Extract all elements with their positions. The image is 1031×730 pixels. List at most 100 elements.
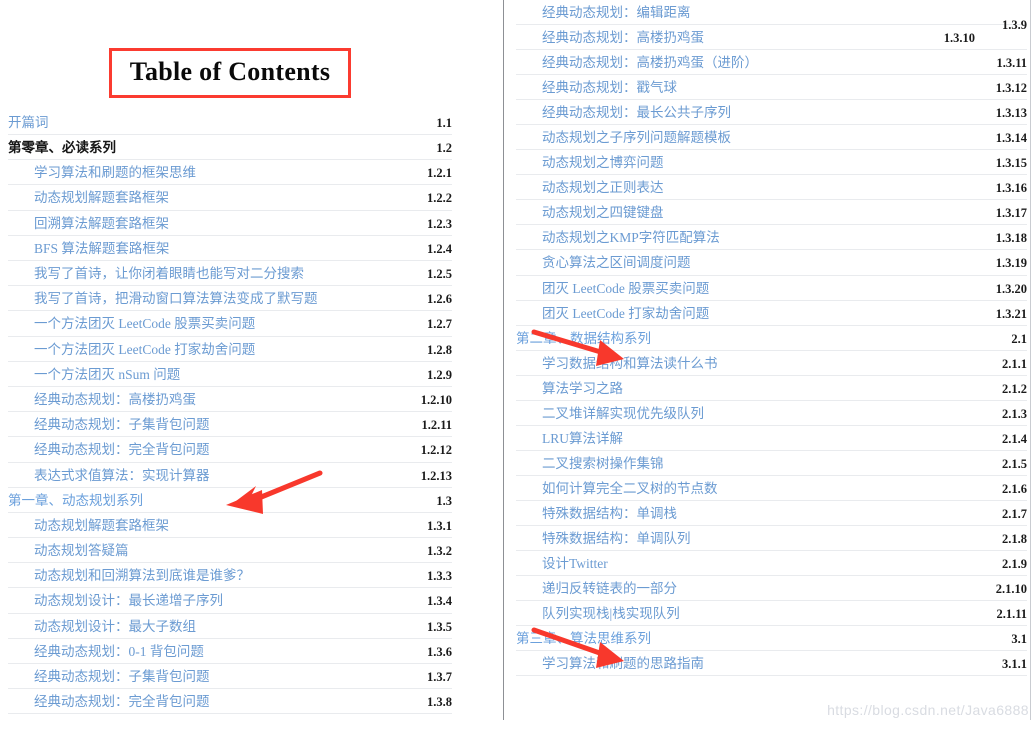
toc-entry-label[interactable]: 贪心算法之区间调度问题	[516, 250, 691, 275]
toc-row[interactable]: 动态规划和回溯算法到底谁是谁爹？ 1.3.3	[8, 563, 452, 589]
toc-row[interactable]: 队列实现栈|栈实现队列 2.1.11	[516, 601, 1027, 627]
toc-row[interactable]: 动态规划设计：最长递增子序列 1.3.4	[8, 588, 452, 614]
toc-entry-label[interactable]: 动态规划之子序列问题解题模板	[516, 125, 731, 150]
toc-entry-label[interactable]: 动态规划设计：最长递增子序列	[8, 588, 223, 613]
toc-entry-label[interactable]: 第二章、数据结构系列	[516, 326, 651, 351]
toc-entry-label[interactable]: 二叉搜索树操作集锦	[516, 451, 664, 476]
toc-row[interactable]: 动态规划解题套路框架 1.3.1	[8, 513, 452, 539]
toc-row[interactable]: 经典动态规划：完全背包问题 1.2.12	[8, 437, 452, 463]
toc-row[interactable]: 团灭 LeetCode 股票买卖问题 1.3.20	[516, 276, 1027, 301]
toc-row[interactable]: 第零章、必读系列 1.2	[8, 135, 452, 161]
toc-entry-label[interactable]: 动态规划解题套路框架	[8, 513, 169, 538]
toc-row[interactable]: 经典动态规划：最长公共子序列 1.3.13	[516, 100, 1027, 126]
toc-entry-label[interactable]: 团灭 LeetCode 股票买卖问题	[516, 276, 709, 301]
toc-row[interactable]: 学习算法和刷题的思路指南 3.1.1	[516, 651, 1027, 677]
toc-entry-label[interactable]: 递归反转链表的一部分	[516, 576, 677, 601]
toc-row[interactable]: 动态规划之四键键盘 1.3.17	[516, 200, 1027, 226]
toc-row[interactable]: 动态规划之正则表达 1.3.16	[516, 175, 1027, 201]
toc-entry-label[interactable]: 二叉堆详解实现优先级队列	[516, 401, 704, 426]
toc-entry-label[interactable]: 我写了首诗，把滑动窗口算法算法变成了默写题	[8, 286, 318, 311]
toc-entry-label[interactable]: 回溯算法解题套路框架	[8, 211, 169, 236]
toc-entry-label[interactable]: 算法学习之路	[516, 376, 623, 401]
toc-entry-label[interactable]: 第三章、算法思维系列	[516, 626, 651, 651]
toc-row[interactable]: 一个方法团灭 LeetCode 股票买卖问题 1.2.7	[8, 311, 452, 337]
toc-row[interactable]: 贪心算法之区间调度问题 1.3.19	[516, 250, 1027, 276]
toc-entry-label[interactable]: 设计Twitter	[516, 551, 608, 576]
toc-entry-label[interactable]: 经典动态规划：高楼扔鸡蛋（进阶）	[516, 50, 758, 75]
toc-row[interactable]: 一个方法团灭 LeetCode 打家劫舍问题 1.2.8	[8, 337, 452, 362]
toc-entry-label[interactable]: 动态规划和回溯算法到底谁是谁爹？	[8, 563, 250, 588]
toc-row[interactable]: 动态规划答疑篇 1.3.2	[8, 538, 452, 564]
toc-row[interactable]: 第一章、动态规划系列 1.3	[8, 488, 452, 513]
toc-entry-label[interactable]: 经典动态规划：子集背包问题	[8, 412, 210, 437]
toc-entry-label[interactable]: 特殊数据结构：单调栈	[516, 501, 677, 526]
toc-entry-label[interactable]: 学习算法和刷题的思路指南	[516, 651, 704, 676]
toc-entry-label[interactable]: 队列实现栈|栈实现队列	[516, 601, 680, 626]
toc-row[interactable]: 动态规划之博弈问题 1.3.15	[516, 150, 1027, 176]
toc-entry-label[interactable]: 经典动态规划：最长公共子序列	[516, 100, 731, 125]
toc-row[interactable]: 动态规划之子序列问题解题模板 1.3.14	[516, 125, 1027, 151]
toc-entry-label[interactable]: 经典动态规划：完全背包问题	[8, 689, 210, 714]
toc-row[interactable]: 表达式求值算法：实现计算器 1.2.13	[8, 463, 452, 488]
toc-entry-label[interactable]: 学习数据结构和算法读什么书	[516, 351, 718, 376]
toc-row[interactable]: 经典动态规划：完全背包问题 1.3.8	[8, 689, 452, 715]
toc-entry-label[interactable]: 经典动态规划：编辑距离	[516, 0, 691, 25]
toc-row[interactable]: LRU算法详解 2.1.4	[516, 426, 1027, 451]
toc-entry-label[interactable]: 第一章、动态规划系列	[8, 488, 143, 513]
toc-entry-label[interactable]: 一个方法团灭 nSum 问题	[8, 362, 180, 387]
toc-row[interactable]: 回溯算法解题套路框架 1.2.3	[8, 211, 452, 236]
toc-entry-label[interactable]: 动态规划之正则表达	[516, 175, 664, 200]
toc-entry-label[interactable]: 经典动态规划：完全背包问题	[8, 437, 210, 462]
toc-entry-label[interactable]: 一个方法团灭 LeetCode 股票买卖问题	[8, 311, 255, 336]
toc-entry-label[interactable]: 团灭 LeetCode 打家劫舍问题	[516, 301, 709, 326]
toc-entry-label[interactable]: 一个方法团灭 LeetCode 打家劫舍问题	[8, 337, 255, 362]
toc-entry-label[interactable]: 经典动态规划：高楼扔鸡蛋	[516, 25, 704, 50]
toc-row[interactable]: 经典动态规划：子集背包问题 1.3.7	[8, 664, 452, 690]
toc-row[interactable]: 第三章、算法思维系列 3.1	[516, 626, 1027, 652]
toc-entry-label[interactable]: 动态规划设计：最大子数组	[8, 614, 196, 639]
toc-row[interactable]: 我写了首诗，让你闭着眼睛也能写对二分搜索 1.2.5	[8, 261, 452, 287]
toc-row[interactable]: 经典动态规划：子集背包问题 1.2.11	[8, 412, 452, 438]
toc-entry-label[interactable]: 特殊数据结构：单调队列	[516, 526, 691, 551]
toc-entry-label[interactable]: 经典动态规划：子集背包问题	[8, 664, 210, 689]
toc-entry-label[interactable]: 动态规划解题套路框架	[8, 185, 169, 210]
toc-entry-label[interactable]: 学习算法和刷题的框架思维	[8, 160, 196, 185]
toc-entry-label[interactable]: 动态规划答疑篇	[8, 538, 129, 563]
toc-entry-label[interactable]: LRU算法详解	[516, 426, 623, 451]
toc-row[interactable]: 开篇词 1.1	[8, 110, 452, 136]
toc-row[interactable]: 经典动态规划：戳气球 1.3.12	[516, 75, 1027, 101]
toc-entry-label[interactable]: 动态规划之博弈问题	[516, 150, 664, 175]
toc-row[interactable]: 经典动态规划：高楼扔鸡蛋 1.3.10	[516, 25, 1027, 51]
toc-row[interactable]: 动态规划之KMP字符匹配算法 1.3.18	[516, 225, 1027, 251]
toc-entry-label[interactable]: 经典动态规划：0-1 背包问题	[8, 639, 204, 664]
toc-row[interactable]: 二叉搜索树操作集锦 2.1.5	[516, 451, 1027, 476]
toc-entry-label[interactable]: 经典动态规划：戳气球	[516, 75, 677, 100]
toc-row[interactable]: 二叉堆详解实现优先级队列 2.1.3	[516, 401, 1027, 426]
toc-entry-label[interactable]: 我写了首诗，让你闭着眼睛也能写对二分搜索	[8, 261, 304, 286]
toc-row[interactable]: 递归反转链表的一部分 2.1.10	[516, 576, 1027, 602]
toc-entry-label[interactable]: 开篇词	[8, 110, 49, 135]
toc-entry-label[interactable]: 如何计算完全二叉树的节点数	[516, 476, 718, 501]
toc-entry-label[interactable]: 第零章、必读系列	[8, 135, 116, 160]
toc-row[interactable]: 经典动态规划：编辑距离 1.3.9	[516, 0, 1027, 32]
toc-entry-label[interactable]: 动态规划之四键键盘	[516, 200, 664, 225]
toc-row[interactable]: 学习数据结构和算法读什么书 2.1.1	[516, 351, 1027, 376]
toc-row[interactable]: 特殊数据结构：单调栈 2.1.7	[516, 501, 1027, 526]
toc-entry-label[interactable]: 动态规划之KMP字符匹配算法	[516, 225, 720, 250]
toc-row[interactable]: 设计Twitter 2.1.9	[516, 551, 1027, 577]
toc-row[interactable]: 团灭 LeetCode 打家劫舍问题 1.3.21	[516, 301, 1027, 326]
toc-entry-label[interactable]: 表达式求值算法：实现计算器	[8, 463, 210, 488]
toc-row[interactable]: 一个方法团灭 nSum 问题 1.2.9	[8, 362, 452, 387]
toc-row[interactable]: 特殊数据结构：单调队列 2.1.8	[516, 526, 1027, 552]
toc-row[interactable]: 经典动态规划：高楼扔鸡蛋 1.2.10	[8, 387, 452, 413]
toc-row[interactable]: 经典动态规划：高楼扔鸡蛋（进阶） 1.3.11	[516, 50, 1027, 76]
toc-row[interactable]: 动态规划解题套路框架 1.2.2	[8, 185, 452, 211]
toc-row[interactable]: 算法学习之路 2.1.2	[516, 376, 1027, 401]
toc-row[interactable]: 经典动态规划：0-1 背包问题 1.3.6	[8, 639, 452, 665]
toc-row[interactable]: 如何计算完全二叉树的节点数 2.1.6	[516, 476, 1027, 501]
toc-row[interactable]: 第二章、数据结构系列 2.1	[516, 326, 1027, 351]
toc-entry-label[interactable]: 经典动态规划：高楼扔鸡蛋	[8, 387, 196, 412]
toc-row[interactable]: 学习算法和刷题的框架思维 1.2.1	[8, 160, 452, 186]
toc-row[interactable]: 我写了首诗，把滑动窗口算法算法变成了默写题 1.2.6	[8, 286, 452, 312]
toc-entry-label[interactable]: BFS 算法解题套路框架	[8, 236, 169, 261]
